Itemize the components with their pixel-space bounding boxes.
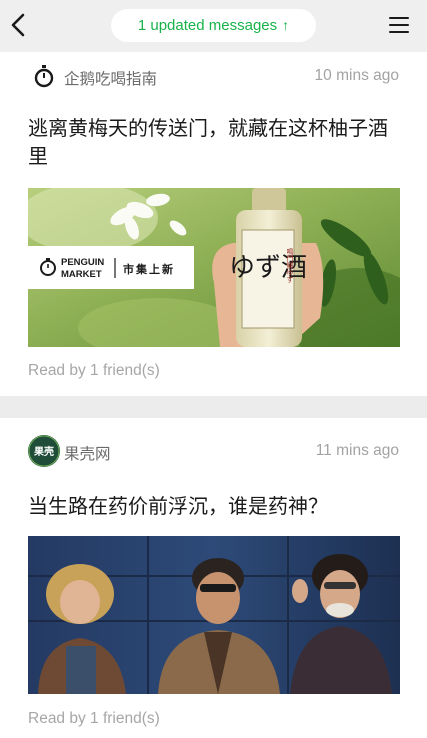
source-name[interactable]: 企鹅吃喝指南 <box>64 67 157 89</box>
read-by-friends: Read by 1 friend(s) <box>28 362 160 379</box>
svg-text:PENGUIN: PENGUIN <box>61 257 104 268</box>
bottle-sublabel: 鳴門鯛ゆず <box>286 247 294 284</box>
arrow-up-icon: ↑ <box>282 17 290 33</box>
guokr-logo-avatar: 果壳 <box>28 435 60 467</box>
wechat-article-feed: 1 updated messages ↑ 企鹅吃喝指南 10 mins ago 逃… <box>0 0 427 738</box>
menu-button[interactable] <box>386 13 412 37</box>
film-still-photo <box>28 536 400 694</box>
post-time: 10 mins ago <box>314 67 399 84</box>
updated-messages-button[interactable]: 1 updated messages ↑ <box>111 9 316 42</box>
updated-messages-label: 1 updated messages <box>137 17 278 34</box>
hamburger-icon <box>389 17 409 19</box>
article-title[interactable]: 当生路在药价前浮沉，谁是药神？ <box>28 492 400 520</box>
article-thumbnail[interactable]: ゆず酒 鳴門鯛ゆず PENGUIN MARKET 市集上新 <box>28 188 400 347</box>
back-button[interactable] <box>8 10 32 40</box>
article-source-row: 企鹅吃喝指南 10 mins ago <box>28 60 399 92</box>
article-title[interactable]: 逃离黄梅天的传送门，就藏在这杯柚子酒里 <box>28 114 400 170</box>
svg-text:MARKET: MARKET <box>61 269 102 280</box>
article-card[interactable]: 果壳 果壳网 11 mins ago 当生路在药价前浮沉，谁是药神？ Read … <box>0 418 427 738</box>
source-name[interactable]: 果壳网 <box>64 442 111 464</box>
article-thumbnail[interactable] <box>28 536 400 694</box>
svg-text:果壳: 果壳 <box>33 445 54 458</box>
stopwatch-icon <box>28 60 60 92</box>
post-time: 11 mins ago <box>315 442 399 459</box>
bottle-label: ゆず酒 <box>229 253 307 283</box>
banner-tag: 市集上新 <box>123 262 175 276</box>
article-source-row: 果壳 果壳网 11 mins ago <box>28 435 399 467</box>
article-card[interactable]: 企鹅吃喝指南 10 mins ago 逃离黄梅天的传送门，就藏在这杯柚子酒里 ゆ… <box>0 52 427 396</box>
top-bar: 1 updated messages ↑ <box>0 0 427 52</box>
yuzu-sake-photo: ゆず酒 鳴門鯛ゆず PENGUIN MARKET 市集上新 <box>28 188 400 347</box>
read-by-friends: Read by 1 friend(s) <box>28 710 160 727</box>
chevron-left-icon <box>11 13 25 37</box>
